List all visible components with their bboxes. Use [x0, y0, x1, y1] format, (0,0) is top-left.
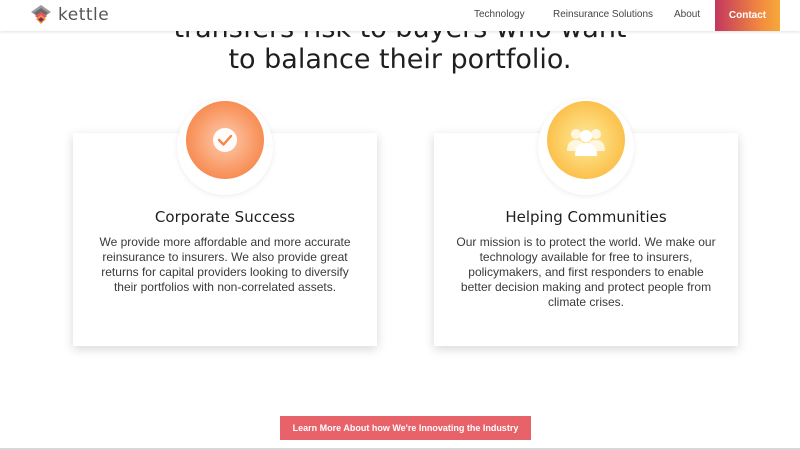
learn-more-button[interactable]: Learn More About how We're Innovating th… [280, 416, 531, 440]
nav-technology[interactable]: Technology [474, 9, 525, 20]
nav-about[interactable]: About [674, 9, 700, 20]
checkmark-icon [186, 101, 264, 179]
corporate-success-badge [177, 99, 273, 195]
nav-reinsurance-solutions[interactable]: Reinsurance Solutions [553, 9, 653, 20]
hero-line-2: to balance their portfolio. [228, 44, 572, 75]
card-body: Our mission is to protect the world. We … [456, 235, 716, 309]
site-header: kettle Technology Reinsurance Solutions … [0, 0, 800, 31]
card-body: We provide more affordable and more accu… [99, 235, 351, 294]
kettle-logo-icon [31, 5, 51, 24]
logo[interactable]: kettle [30, 4, 109, 26]
logo-text: kettle [58, 5, 110, 25]
contact-button[interactable]: Contact [715, 0, 780, 31]
card-title: Corporate Success [154, 208, 296, 226]
people-icon [547, 101, 625, 179]
helping-communities-badge [538, 99, 634, 195]
card-title: Helping Communities [505, 208, 667, 226]
